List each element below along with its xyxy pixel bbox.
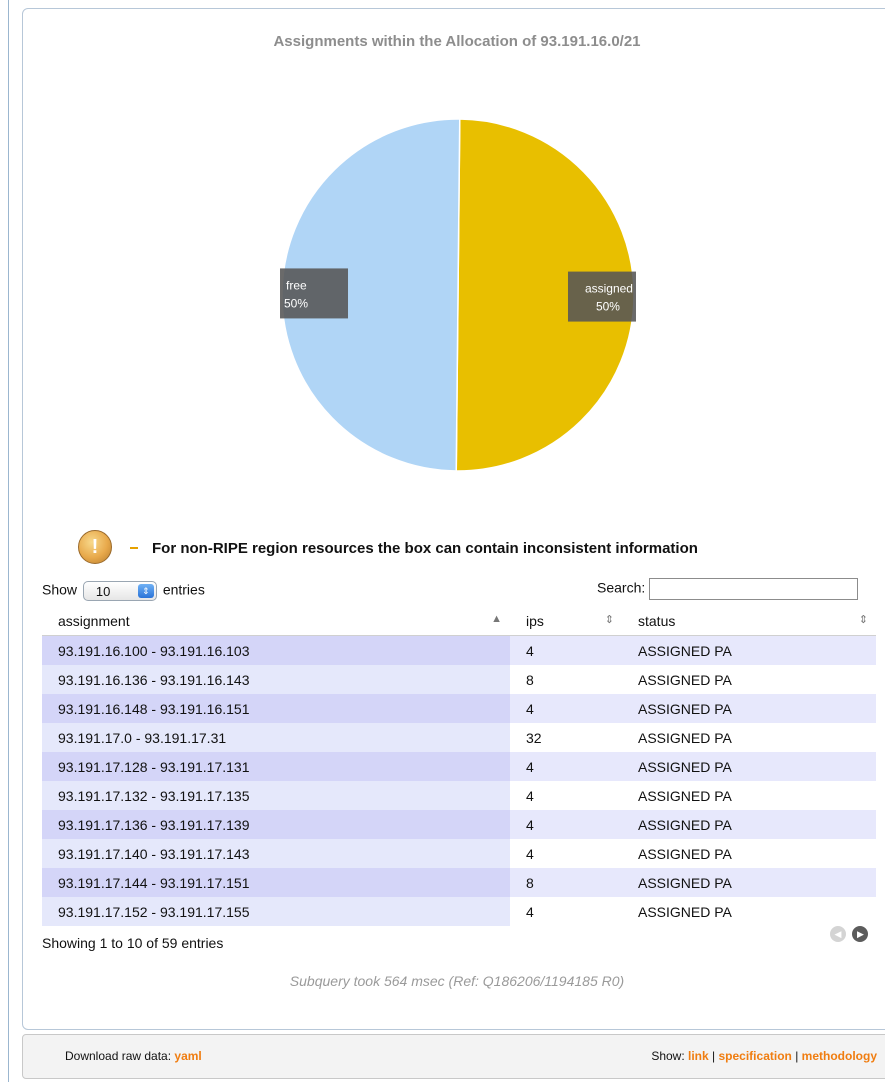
ips-cell: 8 — [510, 868, 622, 897]
status-cell: ASSIGNED PA — [622, 752, 876, 781]
entries-length-control: Show 10 ⇕ entries — [42, 581, 205, 601]
ips-cell: 4 — [510, 694, 622, 723]
table-row[interactable]: 93.191.17.136 - 93.191.17.139 4 ASSIGNED P… — [42, 810, 876, 839]
frame-border — [8, 0, 9, 1082]
status-cell: ASSIGNED PA — [622, 665, 876, 694]
assignment-cell: 93.191.16.148 - 93.191.16.151 — [42, 694, 510, 723]
ips-cell: 4 — [510, 781, 622, 810]
notice-box: ! For non-RIPE region resources the box … — [78, 530, 838, 564]
status-cell: ASSIGNED PA — [622, 635, 876, 665]
notice-dash — [130, 547, 138, 549]
separator: | — [712, 1049, 716, 1063]
status-cell: ASSIGNED PA — [622, 839, 876, 868]
table-row[interactable]: 93.191.16.100 - 93.191.16.103 4 ASSIGNED P… — [42, 635, 876, 665]
ips-cell: 8 — [510, 665, 622, 694]
sort-both-icon: ⇕ — [604, 614, 614, 626]
ips-cell: 4 — [510, 635, 622, 665]
table-row[interactable]: 93.191.17.132 - 93.191.17.135 4 ASSIGNED P… — [42, 781, 876, 810]
entries-label: entries — [162, 581, 205, 598]
show-links: Show: link | specification | methodology — [651, 1049, 877, 1063]
warning-icon: ! — [78, 530, 112, 564]
table-row[interactable]: 93.191.16.148 - 93.191.16.151 4 ASSIGNED P… — [42, 694, 876, 723]
footer-bar: Download raw data: yaml Show: link | spe… — [22, 1034, 885, 1079]
pie-label-name: free — [286, 278, 307, 292]
column-header-assignment[interactable]: assignment ▲ — [42, 607, 510, 636]
link-link[interactable]: link — [688, 1049, 709, 1063]
entries-select-value: 10 — [95, 584, 111, 599]
column-header-status[interactable]: status ⇕ — [622, 607, 876, 636]
table-header-row: assignment ▲ ips ⇕ status ⇕ — [42, 607, 876, 636]
status-cell: ASSIGNED PA — [622, 868, 876, 897]
sort-asc-icon: ▲ — [491, 613, 502, 625]
pie-chart: assigned 50% free 50% — [280, 118, 636, 472]
ips-cell: 4 — [510, 839, 622, 868]
ips-cell: 4 — [510, 752, 622, 781]
search-control: Search: — [597, 578, 859, 600]
search-label: Search: — [597, 579, 646, 596]
assignments-table: assignment ▲ ips ⇕ status ⇕ 93.191.16.10… — [42, 607, 876, 926]
entries-select[interactable]: 10 ⇕ — [82, 581, 157, 601]
table-row[interactable]: 93.191.17.128 - 93.191.17.131 4 ASSIGNED P… — [42, 752, 876, 781]
subquery-time: Subquery took 564 msec (Ref: Q186206/119… — [289, 973, 625, 989]
assignment-cell: 93.191.16.100 - 93.191.16.103 — [42, 635, 510, 665]
ips-cell: 32 — [510, 723, 622, 752]
status-cell: ASSIGNED PA — [622, 897, 876, 926]
ips-cell: 4 — [510, 810, 622, 839]
assignment-cell: 93.191.17.144 - 93.191.17.151 — [42, 868, 510, 897]
pie-label-name: assigned — [585, 282, 633, 296]
assignment-cell: 93.191.17.152 - 93.191.17.155 — [42, 897, 510, 926]
notice-text: For non-RIPE region resources the box ca… — [152, 540, 698, 557]
table-row[interactable]: 93.191.17.140 - 93.191.17.143 4 ASSIGNED P… — [42, 839, 876, 868]
column-header-ips[interactable]: ips ⇕ — [510, 607, 622, 636]
status-cell: ASSIGNED PA — [622, 781, 876, 810]
methodology-link[interactable]: methodology — [802, 1049, 877, 1063]
pie-label-percent: 50% — [284, 296, 308, 310]
status-cell: ASSIGNED PA — [622, 810, 876, 839]
column-label: ips — [526, 613, 544, 629]
assignment-cell: 93.191.17.128 - 93.191.17.131 — [42, 752, 510, 781]
ips-cell: 4 — [510, 897, 622, 926]
pie-label-assigned: assigned 50% — [567, 271, 636, 322]
table-info: Showing 1 to 10 of 59 entries — [42, 935, 224, 951]
separator: | — [795, 1049, 799, 1063]
specification-link[interactable]: specification — [719, 1049, 792, 1063]
table-row[interactable]: 93.191.17.152 - 93.191.17.155 4 ASSIGNED P… — [42, 897, 876, 926]
show-label: Show: — [651, 1049, 685, 1063]
table-row[interactable]: 93.191.17.0 - 93.191.17.31 32 ASSIGNED PA — [42, 723, 876, 752]
table-row[interactable]: 93.191.17.144 - 93.191.17.151 8 ASSIGNED P… — [42, 868, 876, 897]
assignment-cell: 93.191.17.0 - 93.191.17.31 — [42, 723, 510, 752]
previous-page-icon[interactable]: ◀ — [830, 926, 846, 942]
select-arrows-icon: ⇕ — [137, 584, 154, 598]
download-section: Download raw data: yaml — [65, 1049, 202, 1063]
next-page-icon[interactable]: ▶ — [852, 926, 869, 942]
assignment-cell: 93.191.17.136 - 93.191.17.139 — [42, 810, 510, 839]
column-label: status — [638, 613, 676, 629]
sort-both-icon: ⇕ — [858, 614, 868, 626]
assignment-cell: 93.191.16.136 - 93.191.16.143 — [42, 665, 510, 694]
assignment-cell: 93.191.17.132 - 93.191.17.135 — [42, 781, 510, 810]
show-label: Show — [42, 581, 78, 598]
search-input[interactable] — [649, 578, 859, 600]
chart-title: Assignments within the Allocation of 93.… — [273, 33, 641, 50]
download-yaml-link[interactable]: yaml — [174, 1049, 201, 1063]
table-row[interactable]: 93.191.16.136 - 93.191.16.143 8 ASSIGNED P… — [42, 665, 876, 694]
pagination: ◀ ▶ — [828, 924, 869, 942]
download-label: Download raw data: — [65, 1049, 172, 1063]
status-cell: ASSIGNED PA — [622, 723, 876, 752]
assignment-cell: 93.191.17.140 - 93.191.17.143 — [42, 839, 510, 868]
column-label: assignment — [58, 613, 130, 629]
pie-label-percent: 50% — [596, 300, 620, 314]
status-cell: ASSIGNED PA — [622, 694, 876, 723]
pie-label-free: free 50% — [280, 268, 349, 319]
